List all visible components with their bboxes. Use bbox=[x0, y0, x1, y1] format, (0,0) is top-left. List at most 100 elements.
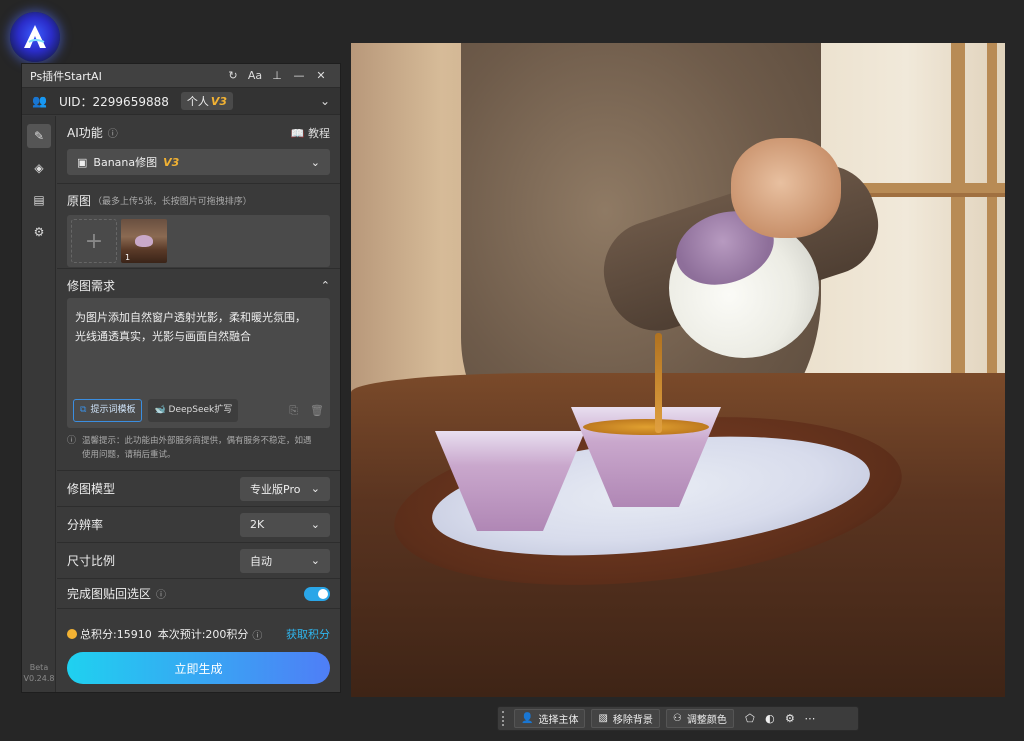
refresh-icon[interactable]: ↻ bbox=[222, 69, 244, 82]
ai-model-select[interactable]: ▣ Banana修图 V3 ⌄ bbox=[67, 149, 330, 175]
ratio-label: 尺寸比例 bbox=[67, 554, 116, 568]
image-thumbnail[interactable]: 1 bbox=[121, 219, 167, 263]
history-icon[interactable]: ⎘ bbox=[289, 401, 298, 420]
chevron-up-icon[interactable]: ⌃ bbox=[321, 279, 330, 292]
requirement-label: 修图需求 bbox=[67, 279, 116, 293]
setting-resolution: 分辨率 2K ⌄ bbox=[57, 507, 340, 543]
contextual-toolbar: 👤 选择主体 ▧ 移除背景 ⚇ 调整颜色 ⬠ ◐ ⚙ ⋯ bbox=[497, 706, 859, 731]
original-hint: （最多上传5张，长按图片可拖拽排序） bbox=[93, 197, 252, 207]
pin-icon[interactable]: ⊥ bbox=[266, 69, 288, 82]
info-icon[interactable]: ⓘ bbox=[108, 125, 118, 140]
generate-button[interactable]: 立即生成 bbox=[67, 652, 330, 684]
plus-icon: + bbox=[84, 228, 104, 254]
plugin-panel: Ps插件StartAI ↻ Aa ⊥ — ✕ 👥 UID：2299659888 … bbox=[21, 63, 341, 693]
chevron-down-icon: ⌄ bbox=[310, 554, 320, 567]
info-icon[interactable]: ⓘ bbox=[252, 627, 262, 642]
minimize-icon[interactable]: — bbox=[288, 69, 310, 82]
users-icon: 👥 bbox=[32, 94, 47, 108]
plan-version: V3 bbox=[210, 95, 228, 108]
adjust-color-label: 调整颜色 bbox=[686, 715, 727, 726]
remove-background-label: 移除背景 bbox=[612, 715, 653, 726]
sidebar-item-settings[interactable]: ⚙ bbox=[27, 220, 51, 244]
requirement-textarea[interactable]: 为图片添加自然窗户透射光影，柔和暖光氛围， 光线通透真实，光影与画面自然融合 ⧉… bbox=[67, 298, 330, 428]
original-image-section: 原图 （最多上传5张，长按图片可拖拽排序） + 1 bbox=[57, 184, 340, 269]
user-uid: UID：2299659888 bbox=[58, 94, 169, 109]
prompt-template-button[interactable]: ⧉ 提示词模板 bbox=[73, 399, 143, 422]
pencil-icon: ✎ bbox=[33, 129, 45, 143]
remove-background-button[interactable]: ▧ 移除背景 bbox=[591, 709, 660, 728]
panel-titlebar: Ps插件StartAI ↻ Aa ⊥ — ✕ bbox=[22, 64, 340, 87]
more-icon[interactable]: ⋯ bbox=[800, 712, 820, 725]
requirement-section: 修图需求 ⌃ 为图片添加自然窗户透射光影，柔和暖光氛围， 光线通透真实，光影与画… bbox=[57, 269, 340, 471]
setting-model: 修图模型 专业版Pro ⌄ bbox=[57, 471, 340, 507]
paste-back-label: 完成图贴回选区 bbox=[67, 587, 152, 601]
resolution-label: 分辨率 bbox=[67, 518, 104, 532]
tutorial-link[interactable]: 📖 教程 bbox=[291, 125, 330, 141]
version-label: V0.24.8 bbox=[23, 674, 55, 683]
main-content: AI功能 ⓘ 📖 教程 ▣ Banana修图 V3 ⌄ 原图 （最多上传5张，长… bbox=[57, 116, 340, 692]
model-select[interactable]: 专业版Pro ⌄ bbox=[240, 476, 330, 501]
person-icon: 👤 bbox=[521, 713, 534, 724]
layers-icon: ◈ bbox=[34, 161, 44, 175]
image-icon: ▣ bbox=[77, 155, 88, 169]
prompt-template-label: 提示词模板 bbox=[90, 405, 136, 415]
setting-paste-back: 完成图贴回选区 ⓘ bbox=[57, 579, 340, 609]
polygon-select-icon[interactable]: ⬠ bbox=[740, 712, 760, 725]
tutorial-label: 教程 bbox=[308, 126, 330, 140]
setting-ratio: 尺寸比例 自动 ⌄ bbox=[57, 543, 340, 579]
requirement-text-line2: 光线通透真实，光影与画面自然融合 bbox=[75, 330, 251, 343]
mask-settings-icon[interactable]: ⚙ bbox=[780, 712, 800, 725]
sidebar-item-layers[interactable]: ◈ bbox=[27, 156, 51, 180]
sidebar: ✎ ◈ ▤ ⚙ Beta V0.24.8 bbox=[22, 116, 56, 692]
resolution-value: 2K bbox=[250, 518, 265, 531]
info-icon: ⓘ bbox=[67, 436, 77, 446]
close-icon[interactable]: ✕ bbox=[310, 69, 332, 82]
chevron-down-icon: ⌄ bbox=[310, 518, 320, 531]
ratio-select[interactable]: 自动 ⌄ bbox=[240, 548, 330, 573]
deepseek-label: DeepSeek扩写 bbox=[168, 405, 233, 415]
get-points-link[interactable]: 获取积分 bbox=[286, 626, 330, 642]
warning-line1: 温馨提示：此功能由外部服务商提供，偶有服务不稳定，如遇 bbox=[82, 436, 312, 446]
model-value: 专业版Pro bbox=[250, 482, 301, 496]
select-subject-button[interactable]: 👤 选择主体 bbox=[514, 709, 586, 728]
chevron-down-icon: ⌄ bbox=[310, 482, 320, 495]
contrast-icon[interactable]: ◐ bbox=[760, 712, 780, 725]
upload-area: + 1 bbox=[67, 215, 330, 267]
ratio-value: 自动 bbox=[250, 554, 272, 568]
requirement-text-line1: 为图片添加自然窗户透射光影，柔和暖光氛围， bbox=[75, 311, 306, 324]
sidebar-item-edit[interactable]: ✎ bbox=[27, 124, 51, 148]
ai-function-label: AI功能 bbox=[67, 126, 103, 140]
sliders-icon: ⚇ bbox=[672, 713, 682, 724]
book-icon: ⧉ bbox=[80, 405, 87, 415]
drag-handle[interactable] bbox=[502, 711, 506, 726]
warning-hint: ⓘ 温馨提示：此功能由外部服务商提供，偶有服务不稳定，如遇 使用问题，请稍后重试… bbox=[67, 434, 330, 462]
adjust-color-button[interactable]: ⚇ 调整颜色 bbox=[665, 709, 734, 728]
coin-icon bbox=[67, 629, 77, 639]
select-subject-label: 选择主体 bbox=[538, 715, 579, 726]
beta-label: Beta bbox=[29, 663, 49, 672]
image-icon: ▧ bbox=[598, 713, 608, 724]
deepseek-icon: 🐋 bbox=[154, 405, 166, 415]
trash-icon[interactable]: 🗑 bbox=[310, 401, 324, 420]
sidebar-item-history[interactable]: ▤ bbox=[27, 188, 51, 212]
window-title: Ps插件StartAI bbox=[30, 69, 102, 83]
font-size-icon[interactable]: Aa bbox=[244, 69, 266, 82]
plan-label: 个人 bbox=[186, 95, 209, 108]
app-logo bbox=[10, 12, 60, 62]
document-icon: ▤ bbox=[33, 193, 45, 207]
total-points: 总积分:15910 bbox=[80, 628, 152, 641]
plan-badge: 个人 V3 bbox=[180, 92, 234, 110]
paste-back-toggle[interactable] bbox=[304, 586, 330, 601]
panel-footer: 总积分:15910 本次预计:200积分 ⓘ 获取积分 立即生成 bbox=[57, 618, 340, 692]
ai-function-section: AI功能 ⓘ 📖 教程 ▣ Banana修图 V3 ⌄ bbox=[57, 116, 340, 184]
resolution-select[interactable]: 2K ⌄ bbox=[240, 512, 330, 537]
ai-model-version: V3 bbox=[163, 155, 180, 169]
user-bar[interactable]: 👥 UID：2299659888 个人 V3 ⌄ bbox=[22, 87, 340, 115]
canvas-image[interactable] bbox=[351, 43, 1005, 697]
info-icon[interactable]: ⓘ bbox=[156, 586, 166, 601]
add-image-button[interactable]: + bbox=[71, 219, 117, 263]
original-label: 原图 bbox=[67, 194, 92, 208]
deepseek-button[interactable]: 🐋 DeepSeek扩写 bbox=[148, 399, 239, 422]
chevron-down-icon[interactable]: ⌄ bbox=[320, 94, 330, 108]
warning-line2: 使用问题，请稍后重试。 bbox=[82, 450, 176, 460]
